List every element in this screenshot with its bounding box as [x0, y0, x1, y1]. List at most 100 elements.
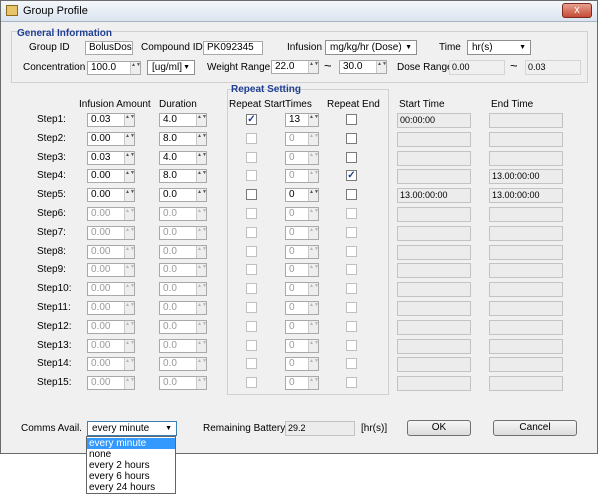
step-repeat-end-checkbox[interactable] [346, 321, 357, 332]
spin-arrows-icon[interactable]: ▲▼ [196, 264, 207, 276]
step-infusion-amount-stepper[interactable]: 0.00 ▲▼ [87, 282, 135, 296]
spin-arrows-icon[interactable]: ▲▼ [196, 302, 207, 314]
step-times-stepper[interactable]: 0 ▲▼ [285, 301, 319, 315]
step-times-stepper[interactable]: 0 ▲▼ [285, 188, 319, 202]
step-duration-stepper[interactable]: 8.0 ▲▼ [159, 169, 207, 183]
step-repeat-end-checkbox[interactable] [346, 358, 357, 369]
step-repeat-start-checkbox[interactable] [246, 208, 257, 219]
step-duration-stepper[interactable]: 0.0 ▲▼ [159, 376, 207, 390]
spin-arrows-icon[interactable]: ▲▼ [196, 227, 207, 239]
step-repeat-end-checkbox[interactable] [346, 189, 357, 200]
infusion-unit-select[interactable]: mg/kg/hr (Dose) ▼ [325, 40, 417, 55]
step-times-stepper[interactable]: 0 ▲▼ [285, 282, 319, 296]
step-times-stepper[interactable]: 0 ▲▼ [285, 339, 319, 353]
step-infusion-amount-stepper[interactable]: 0.03 ▲▼ [87, 151, 135, 165]
step-repeat-end-checkbox[interactable] [346, 246, 357, 257]
step-duration-stepper[interactable]: 0.0 ▲▼ [159, 320, 207, 334]
step-repeat-end-checkbox[interactable] [346, 114, 357, 125]
step-repeat-end-checkbox[interactable] [346, 283, 357, 294]
step-times-stepper[interactable]: 0 ▲▼ [285, 226, 319, 240]
spin-arrows-icon[interactable]: ▲▼ [308, 283, 319, 295]
step-repeat-end-checkbox[interactable] [346, 264, 357, 275]
step-times-stepper[interactable]: 0 ▲▼ [285, 207, 319, 221]
step-repeat-start-checkbox[interactable] [246, 246, 257, 257]
concentration-unit-select[interactable]: [ug/ml] ▼ [147, 60, 195, 75]
step-times-stepper[interactable]: 0 ▲▼ [285, 169, 319, 183]
step-repeat-start-checkbox[interactable] [246, 340, 257, 351]
step-times-stepper[interactable]: 13 ▲▼ [285, 113, 319, 127]
spin-arrows-icon[interactable]: ▲▼ [124, 283, 135, 295]
step-repeat-start-checkbox[interactable] [246, 283, 257, 294]
step-infusion-amount-stepper[interactable]: 0.00 ▲▼ [87, 245, 135, 259]
step-duration-stepper[interactable]: 0.0 ▲▼ [159, 263, 207, 277]
step-times-stepper[interactable]: 0 ▲▼ [285, 357, 319, 371]
spin-arrows-icon[interactable]: ▲▼ [196, 340, 207, 352]
spin-arrows-icon[interactable]: ▲▼ [124, 246, 135, 258]
spin-arrows-icon[interactable]: ▲▼ [196, 170, 207, 182]
step-infusion-amount-stepper[interactable]: 0.00 ▲▼ [87, 320, 135, 334]
step-infusion-amount-stepper[interactable]: 0.00 ▲▼ [87, 226, 135, 240]
weight-min-stepper[interactable]: 22.0 ▲▼ [271, 60, 319, 74]
step-repeat-end-checkbox[interactable] [346, 302, 357, 313]
spin-arrows-icon[interactable]: ▲▼ [196, 152, 207, 164]
step-times-stepper[interactable]: 0 ▲▼ [285, 320, 319, 334]
spin-arrows-icon[interactable]: ▲▼ [308, 246, 319, 258]
spin-arrows-icon[interactable]: ▲▼ [124, 377, 135, 389]
step-repeat-end-checkbox[interactable] [346, 133, 357, 144]
spin-arrows-icon[interactable]: ▲▼ [196, 358, 207, 370]
step-duration-stepper[interactable]: 0.0 ▲▼ [159, 357, 207, 371]
spin-arrows-icon[interactable]: ▲▼ [124, 152, 135, 164]
step-duration-stepper[interactable]: 4.0 ▲▼ [159, 151, 207, 165]
close-button[interactable]: x [562, 3, 592, 18]
spin-arrows-icon[interactable]: ▲▼ [124, 170, 135, 182]
weight-max-stepper[interactable]: 30.0 ▲▼ [339, 60, 387, 74]
step-duration-stepper[interactable]: 4.0 ▲▼ [159, 113, 207, 127]
spin-arrows-icon[interactable]: ▲▼ [196, 114, 207, 126]
spin-arrows-icon[interactable]: ▲▼ [130, 62, 141, 74]
step-duration-stepper[interactable]: 0.0 ▲▼ [159, 245, 207, 259]
step-times-stepper[interactable]: 0 ▲▼ [285, 376, 319, 390]
spin-arrows-icon[interactable]: ▲▼ [124, 358, 135, 370]
spin-arrows-icon[interactable]: ▲▼ [308, 321, 319, 333]
spin-arrows-icon[interactable]: ▲▼ [308, 264, 319, 276]
step-infusion-amount-stepper[interactable]: 0.00 ▲▼ [87, 188, 135, 202]
step-times-stepper[interactable]: 0 ▲▼ [285, 245, 319, 259]
step-repeat-start-checkbox[interactable] [246, 189, 257, 200]
title-bar[interactable]: Group Profile x [1, 1, 597, 22]
comms-option[interactable]: every 6 hours [87, 471, 175, 482]
step-infusion-amount-stepper[interactable]: 0.00 ▲▼ [87, 263, 135, 277]
comms-option[interactable]: none [87, 449, 175, 460]
spin-arrows-icon[interactable]: ▲▼ [308, 340, 319, 352]
step-infusion-amount-stepper[interactable]: 0.00 ▲▼ [87, 132, 135, 146]
comms-option[interactable]: every 2 hours [87, 460, 175, 471]
step-repeat-end-checkbox[interactable]: ✓ [346, 170, 357, 181]
step-infusion-amount-stepper[interactable]: 0.00 ▲▼ [87, 169, 135, 183]
step-infusion-amount-stepper[interactable]: 0.00 ▲▼ [87, 301, 135, 315]
concentration-stepper[interactable]: 100.0 ▲▼ [87, 61, 141, 75]
comms-option[interactable]: every minute [87, 438, 175, 449]
group-id-field[interactable]: BolusDoseR [85, 41, 133, 55]
step-duration-stepper[interactable]: 0.0 ▲▼ [159, 339, 207, 353]
step-repeat-start-checkbox[interactable] [246, 377, 257, 388]
step-duration-stepper[interactable]: 0.0 ▲▼ [159, 301, 207, 315]
spin-arrows-icon[interactable]: ▲▼ [124, 189, 135, 201]
step-duration-stepper[interactable]: 0.0 ▲▼ [159, 188, 207, 202]
spin-arrows-icon[interactable]: ▲▼ [308, 189, 319, 201]
spin-arrows-icon[interactable]: ▲▼ [308, 114, 319, 126]
spin-arrows-icon[interactable]: ▲▼ [376, 61, 387, 73]
step-repeat-end-checkbox[interactable] [346, 377, 357, 388]
step-duration-stepper[interactable]: 0.0 ▲▼ [159, 282, 207, 296]
spin-arrows-icon[interactable]: ▲▼ [124, 321, 135, 333]
comms-avail-select[interactable]: every minute ▼ [87, 421, 177, 436]
comms-option[interactable]: every 24 hours [87, 482, 175, 493]
spin-arrows-icon[interactable]: ▲▼ [308, 133, 319, 145]
step-repeat-start-checkbox[interactable]: ✓ [246, 114, 257, 125]
step-repeat-end-checkbox[interactable] [346, 208, 357, 219]
step-infusion-amount-stepper[interactable]: 0.00 ▲▼ [87, 339, 135, 353]
spin-arrows-icon[interactable]: ▲▼ [124, 340, 135, 352]
step-repeat-end-checkbox[interactable] [346, 340, 357, 351]
step-repeat-start-checkbox[interactable] [246, 152, 257, 163]
spin-arrows-icon[interactable]: ▲▼ [124, 302, 135, 314]
spin-arrows-icon[interactable]: ▲▼ [196, 133, 207, 145]
step-repeat-end-checkbox[interactable] [346, 227, 357, 238]
